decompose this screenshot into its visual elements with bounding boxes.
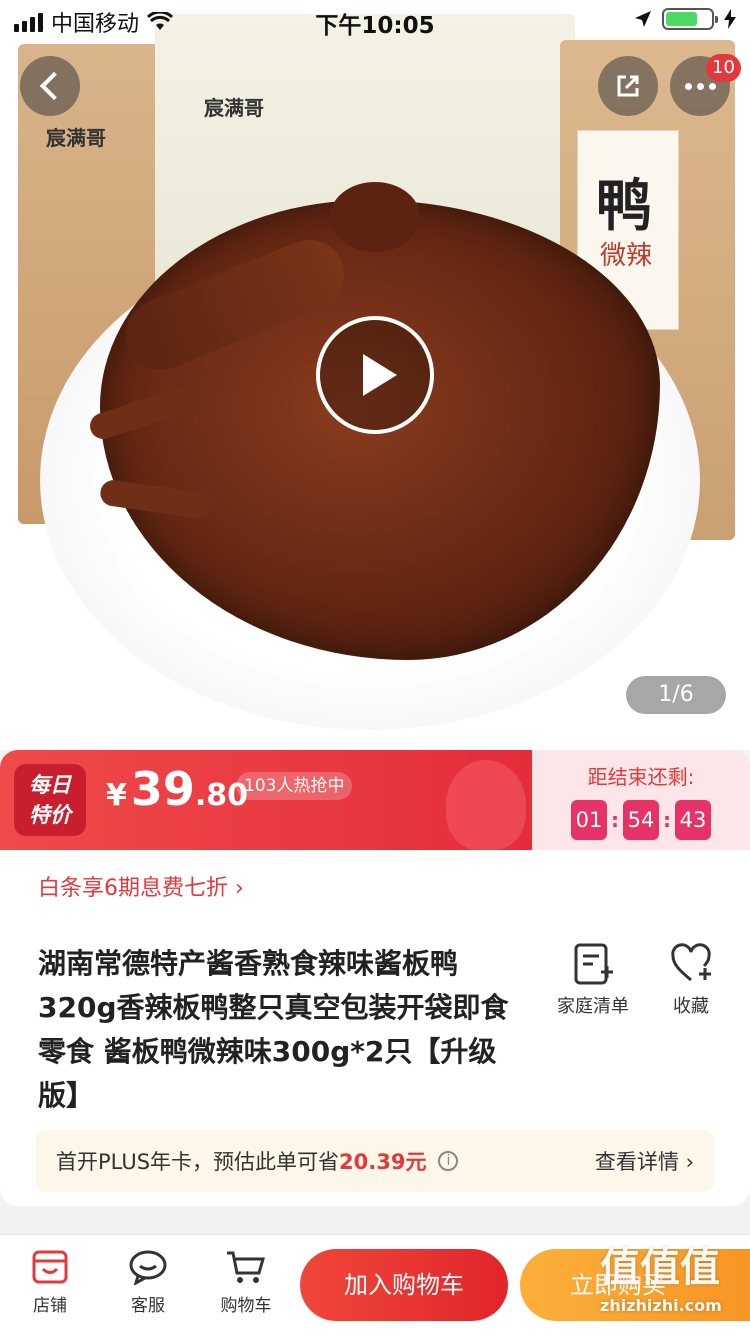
add-to-list-icon [574, 943, 613, 985]
heart-plus-icon [671, 943, 711, 982]
price: ¥ 39 .80 [106, 762, 248, 816]
charging-icon [724, 9, 736, 29]
share-icon [617, 75, 639, 97]
chevron-left-icon [39, 71, 69, 101]
product-title: 湖南常德特产酱香熟食辣味酱板鸭320g香辣板鸭整只真空包装开袋即食零食 酱板鸭微… [38, 947, 509, 1112]
status-bar: 中国移动 下午10:05 [0, 0, 750, 40]
site-watermark: 值值值 zhizhizhi.com [600, 1240, 750, 1334]
battery-icon [662, 8, 718, 30]
favorite-label: 收藏 [673, 996, 709, 1017]
brand-logo-left: 宸满哥 [46, 126, 106, 150]
plus-savings: 20.39元 [339, 1150, 427, 1174]
daily-deal-tag: 每日 特价 [14, 764, 86, 836]
countdown-hours: 01 [571, 799, 607, 840]
price-currency: ¥ [106, 778, 127, 813]
more-icon [684, 82, 716, 90]
plus-text: 首开PLUS年卡，预估此单可省 [56, 1150, 340, 1174]
message-count-badge: 10 [706, 54, 741, 82]
watermark-logo: 值值值 [600, 1245, 720, 1291]
family-list-button[interactable]: 家庭清单 [548, 942, 638, 1018]
flash-sale-bar: 每日 特价 ¥ 39 .80 103人热抢中 距结束还剩: 01 : 54 : … [0, 750, 750, 850]
price-integer: 39 [130, 762, 195, 816]
chat-icon [129, 1250, 167, 1285]
product-info-card: 白条享6期息费七折 › 湖南常德特产酱香熟食辣味酱板鸭320g香辣板鸭整只真空包… [0, 850, 750, 1206]
flash-sale-price-section: 每日 特价 ¥ 39 .80 103人热抢中 [0, 750, 532, 850]
family-list-label: 家庭清单 [557, 996, 629, 1017]
cart-tab[interactable]: 购物车 [206, 1249, 286, 1316]
daily-deal-tag-line2: 特价 [29, 803, 71, 827]
countdown-separator: : [611, 807, 619, 832]
package-text-duck: 鸭 [596, 174, 652, 239]
watermark-url: zhizhizhi.com [600, 1296, 722, 1315]
brand-logo-center: 宸满哥 [204, 96, 264, 120]
customer-service-label: 客服 [131, 1296, 165, 1316]
location-arrow-icon [635, 11, 651, 27]
info-icon[interactable]: i [438, 1151, 459, 1171]
play-video-button[interactable] [316, 316, 434, 434]
cart-icon [227, 1251, 265, 1283]
installment-promo-link[interactable]: 白条享6期息费七折 › [38, 870, 244, 902]
countdown-timer: 01 : 54 : 43 [571, 799, 711, 840]
image-pager: 1/6 [626, 676, 726, 714]
cart-label: 购物车 [220, 1296, 272, 1316]
plus-detail-link[interactable]: 查看详情 › [595, 1146, 694, 1176]
customer-service-tab[interactable]: 客服 [108, 1249, 188, 1316]
favorite-button[interactable]: 收藏 [646, 942, 736, 1018]
add-to-cart-button[interactable]: 加入购物车 [300, 1249, 508, 1321]
daily-deal-tag-line1: 每日 [29, 773, 71, 797]
countdown-section: 距结束还剩: 01 : 54 : 43 [532, 750, 750, 850]
countdown-minutes: 54 [623, 799, 659, 840]
duck-head [330, 182, 420, 252]
store-label: 店铺 [33, 1296, 67, 1316]
hot-buyers-pill: 103人热抢中 [236, 772, 353, 800]
back-button[interactable] [20, 56, 80, 116]
play-icon [363, 354, 397, 396]
store-tab[interactable]: 店铺 [10, 1249, 90, 1316]
share-button[interactable] [598, 56, 658, 116]
package-text-spicy: 微辣 [600, 241, 653, 271]
countdown-label: 距结束还剩: [587, 764, 695, 789]
store-icon [32, 1250, 68, 1284]
flame-icon [446, 760, 526, 850]
countdown-seconds: 43 [675, 799, 711, 840]
countdown-separator: : [663, 807, 671, 832]
product-detail-screen: 鸭 微辣 宸满哥 宸满哥 1/6 中国移动 下午10:05 10 每日 特价 ¥… [0, 0, 750, 1334]
plus-membership-bar[interactable]: 首开PLUS年卡，预估此单可省 20.39元 i 查看详情 › [36, 1130, 714, 1192]
